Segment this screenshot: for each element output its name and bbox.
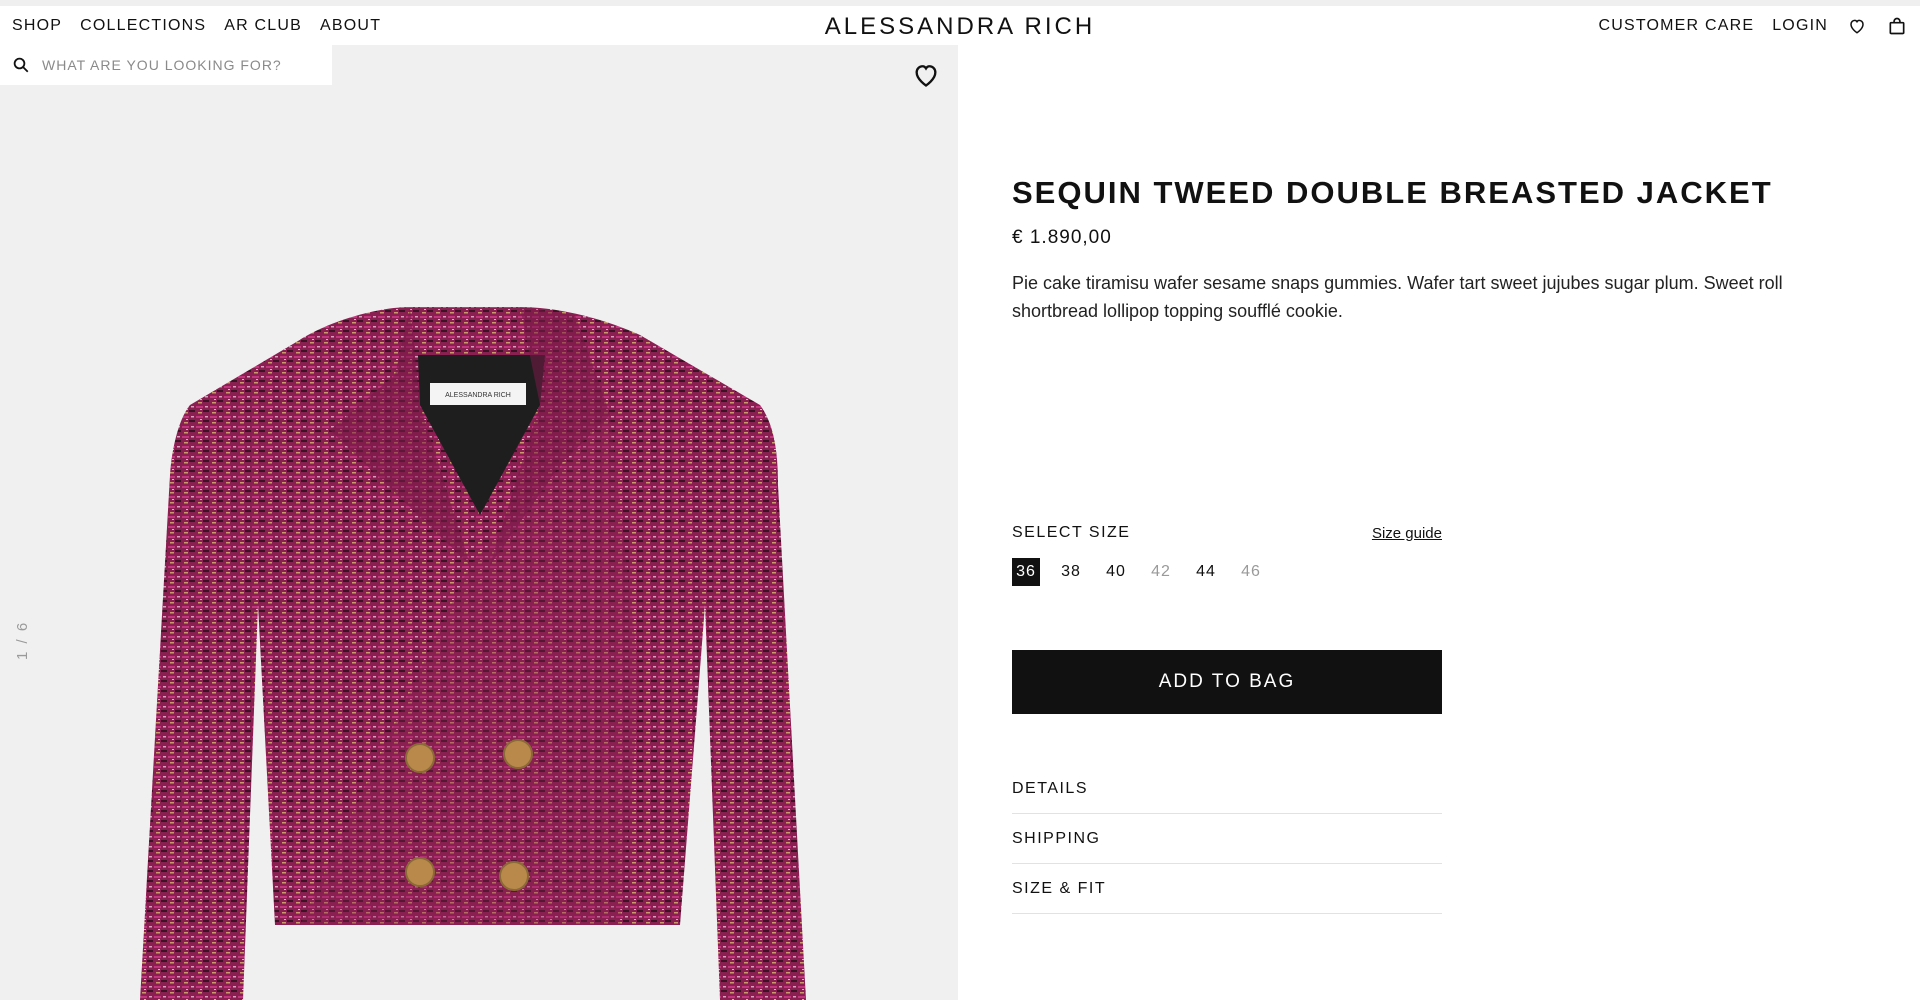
size-header: SELECT SIZE Size guide <box>1012 524 1442 542</box>
product-image-jacket[interactable]: ALESSANDRA RICH <box>0 45 958 1000</box>
gallery-counter: 1 / 6 <box>14 620 31 660</box>
product-price: € 1.890,00 <box>1012 227 1112 248</box>
search-bar[interactable] <box>0 45 332 85</box>
select-size-label: SELECT SIZE <box>1012 524 1131 541</box>
accordion-details[interactable]: DETAILS <box>1012 764 1442 814</box>
search-input[interactable] <box>42 57 302 73</box>
product-details: SEQUIN TWEED DOUBLE BREASTED JACKET € 1.… <box>1012 175 1792 325</box>
add-to-wishlist-heart-icon[interactable] <box>912 61 940 89</box>
nav-login[interactable]: LOGIN <box>1772 17 1828 35</box>
size-option-40[interactable]: 40 <box>1102 558 1130 586</box>
shopping-bag-icon[interactable] <box>1886 15 1908 37</box>
product-title: SEQUIN TWEED DOUBLE BREASTED JACKET <box>1012 175 1773 210</box>
size-option-36[interactable]: 36 <box>1012 558 1040 586</box>
size-option-38[interactable]: 38 <box>1057 558 1085 586</box>
site-header: SHOP COLLECTIONS AR CLUB ABOUT ALESSANDR… <box>0 6 1920 45</box>
wishlist-heart-icon[interactable] <box>1846 15 1868 37</box>
accordion-size-fit[interactable]: SIZE & FIT <box>1012 864 1442 914</box>
product-gallery[interactable]: ALESSANDRA RICH 1 / 6 <box>0 45 958 1000</box>
search-icon[interactable] <box>12 56 30 74</box>
accordion-shipping[interactable]: SHIPPING <box>1012 814 1442 864</box>
size-option-44[interactable]: 44 <box>1192 558 1220 586</box>
size-option-42[interactable]: 42 <box>1147 558 1175 586</box>
size-options: 36 38 40 42 44 46 <box>1012 558 1282 586</box>
nav-about[interactable]: ABOUT <box>320 17 381 35</box>
brand-logo[interactable]: ALESSANDRA RICH <box>825 13 1095 41</box>
main-nav: SHOP COLLECTIONS AR CLUB ABOUT <box>0 6 399 45</box>
size-option-46[interactable]: 46 <box>1237 558 1265 586</box>
size-guide-link[interactable]: Size guide <box>1372 525 1442 542</box>
garment-label-text: ALESSANDRA RICH <box>445 392 511 399</box>
nav-ar-club[interactable]: AR CLUB <box>224 17 302 35</box>
add-to-bag-button[interactable]: ADD TO BAG <box>1012 650 1442 714</box>
nav-collections[interactable]: COLLECTIONS <box>80 17 206 35</box>
product-description: Pie cake tiramisu wafer sesame snaps gum… <box>1012 273 1783 321</box>
product-info-accordion: DETAILS SHIPPING SIZE & FIT <box>1012 764 1442 914</box>
utility-nav: CUSTOMER CARE LOGIN <box>1580 6 1920 45</box>
nav-customer-care[interactable]: CUSTOMER CARE <box>1598 17 1754 35</box>
nav-shop[interactable]: SHOP <box>12 17 62 35</box>
